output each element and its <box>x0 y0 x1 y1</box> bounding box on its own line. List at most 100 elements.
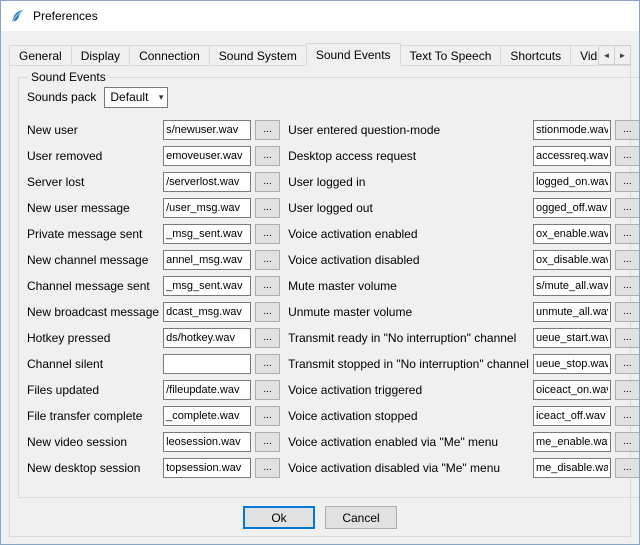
browse-button[interactable]: ... <box>255 458 280 478</box>
tab-sound-system[interactable]: Sound System <box>209 45 307 66</box>
sound-file-input[interactable] <box>163 302 251 322</box>
browse-button[interactable]: ... <box>615 302 640 322</box>
sound-event-label: Hotkey pressed <box>27 331 159 345</box>
browse-button[interactable]: ... <box>615 224 640 244</box>
browse-button[interactable]: ... <box>255 380 280 400</box>
browse-button[interactable]: ... <box>615 458 640 478</box>
sound-event-row: New video session... <box>27 432 280 452</box>
sounds-pack-value: Default <box>110 90 148 104</box>
sound-file-input[interactable] <box>533 302 611 322</box>
sound-event-row: Private message sent... <box>27 224 280 244</box>
browse-button[interactable]: ... <box>615 198 640 218</box>
sound-event-row: New broadcast message... <box>27 302 280 322</box>
sound-file-input[interactable] <box>533 250 611 270</box>
browse-button[interactable]: ... <box>615 146 640 166</box>
tab-scroll-right-button[interactable]: ► <box>614 45 631 65</box>
sound-file-input[interactable] <box>163 432 251 452</box>
sound-file-input[interactable] <box>163 406 251 426</box>
browse-button[interactable]: ... <box>255 146 280 166</box>
browse-button[interactable]: ... <box>255 354 280 374</box>
browse-button[interactable]: ... <box>255 224 280 244</box>
sound-event-row: Channel message sent... <box>27 276 280 296</box>
browse-button[interactable]: ... <box>255 406 280 426</box>
browse-button[interactable]: ... <box>255 328 280 348</box>
sounds-pack-label: Sounds pack <box>27 90 96 104</box>
sound-event-row: Server lost... <box>27 172 280 192</box>
sound-event-label: User entered question-mode <box>288 123 529 137</box>
sound-event-label: Desktop access request <box>288 149 529 163</box>
sound-event-row: New desktop session... <box>27 458 280 478</box>
browse-button[interactable]: ... <box>255 302 280 322</box>
sound-event-label: Transmit stopped in "No interruption" ch… <box>288 357 529 371</box>
browse-button[interactable]: ... <box>615 276 640 296</box>
sound-event-row: User removed... <box>27 146 280 166</box>
tab-connection[interactable]: Connection <box>129 45 210 66</box>
sound-event-row: Mute master volume... <box>288 276 640 296</box>
tab-shortcuts[interactable]: Shortcuts <box>500 45 571 66</box>
sound-event-row: Transmit stopped in "No interruption" ch… <box>288 354 640 374</box>
sound-file-input[interactable] <box>533 198 611 218</box>
browse-button[interactable]: ... <box>615 328 640 348</box>
browse-button[interactable]: ... <box>615 250 640 270</box>
sound-event-row: User logged in... <box>288 172 640 192</box>
sound-file-input[interactable] <box>163 354 251 374</box>
sound-event-label: Voice activation disabled <box>288 253 529 267</box>
sound-event-label: Unmute master volume <box>288 305 529 319</box>
sound-file-input[interactable] <box>533 406 611 426</box>
tab-video[interactable]: Video <box>570 45 597 66</box>
sound-file-input[interactable] <box>163 198 251 218</box>
sound-file-input[interactable] <box>533 172 611 192</box>
sound-file-input[interactable] <box>163 458 251 478</box>
sound-file-input[interactable] <box>163 224 251 244</box>
browse-button[interactable]: ... <box>255 432 280 452</box>
sound-file-input[interactable] <box>163 250 251 270</box>
browse-button[interactable]: ... <box>615 406 640 426</box>
browse-button[interactable]: ... <box>615 354 640 374</box>
tab-general[interactable]: General <box>9 45 72 66</box>
sounds-pack-select[interactable]: Default ▾ <box>104 87 168 108</box>
sound-event-label: Channel message sent <box>27 279 159 293</box>
sound-file-input[interactable] <box>163 328 251 348</box>
browse-button[interactable]: ... <box>255 276 280 296</box>
sound-file-input[interactable] <box>533 224 611 244</box>
tab-scroll-left-button[interactable]: ◄ <box>598 45 615 65</box>
sound-file-input[interactable] <box>533 328 611 348</box>
browse-button[interactable]: ... <box>255 172 280 192</box>
sound-event-label: New channel message <box>27 253 159 267</box>
browse-button[interactable]: ... <box>615 172 640 192</box>
sound-file-input[interactable] <box>163 380 251 400</box>
tab-display[interactable]: Display <box>71 45 130 66</box>
ok-button[interactable]: Ok <box>243 506 315 529</box>
sound-file-input[interactable] <box>163 172 251 192</box>
tab-text-to-speech[interactable]: Text To Speech <box>400 45 502 66</box>
sound-file-input[interactable] <box>533 146 611 166</box>
titlebar: Preferences <box>1 1 639 31</box>
sound-event-row: New user message... <box>27 198 280 218</box>
browse-button[interactable]: ... <box>615 432 640 452</box>
sound-file-input[interactable] <box>533 432 611 452</box>
sound-event-row: Hotkey pressed... <box>27 328 280 348</box>
sound-event-row: Voice activation stopped... <box>288 406 640 426</box>
browse-button[interactable]: ... <box>255 198 280 218</box>
sound-file-input[interactable] <box>533 276 611 296</box>
sound-event-row: New user... <box>27 120 280 140</box>
sound-event-row: New channel message... <box>27 250 280 270</box>
arrow-left-icon: ◄ <box>603 51 611 60</box>
sound-event-row: User logged out... <box>288 198 640 218</box>
browse-button[interactable]: ... <box>615 380 640 400</box>
sound-file-input[interactable] <box>533 458 611 478</box>
sound-file-input[interactable] <box>533 380 611 400</box>
sound-file-input[interactable] <box>163 276 251 296</box>
sound-file-input[interactable] <box>163 120 251 140</box>
sound-file-input[interactable] <box>533 354 611 374</box>
tab-sound-events[interactable]: Sound Events <box>306 43 401 66</box>
browse-button[interactable]: ... <box>615 120 640 140</box>
browse-button[interactable]: ... <box>255 250 280 270</box>
sound-file-input[interactable] <box>163 146 251 166</box>
browse-button[interactable]: ... <box>255 120 280 140</box>
sound-events-columns: New user... User removed... Server lost...… <box>27 120 640 484</box>
sound-event-row: Voice activation triggered... <box>288 380 640 400</box>
sound-file-input[interactable] <box>533 120 611 140</box>
sound-events-left-column: New user... User removed... Server lost...… <box>27 120 280 484</box>
cancel-button[interactable]: Cancel <box>325 506 397 529</box>
